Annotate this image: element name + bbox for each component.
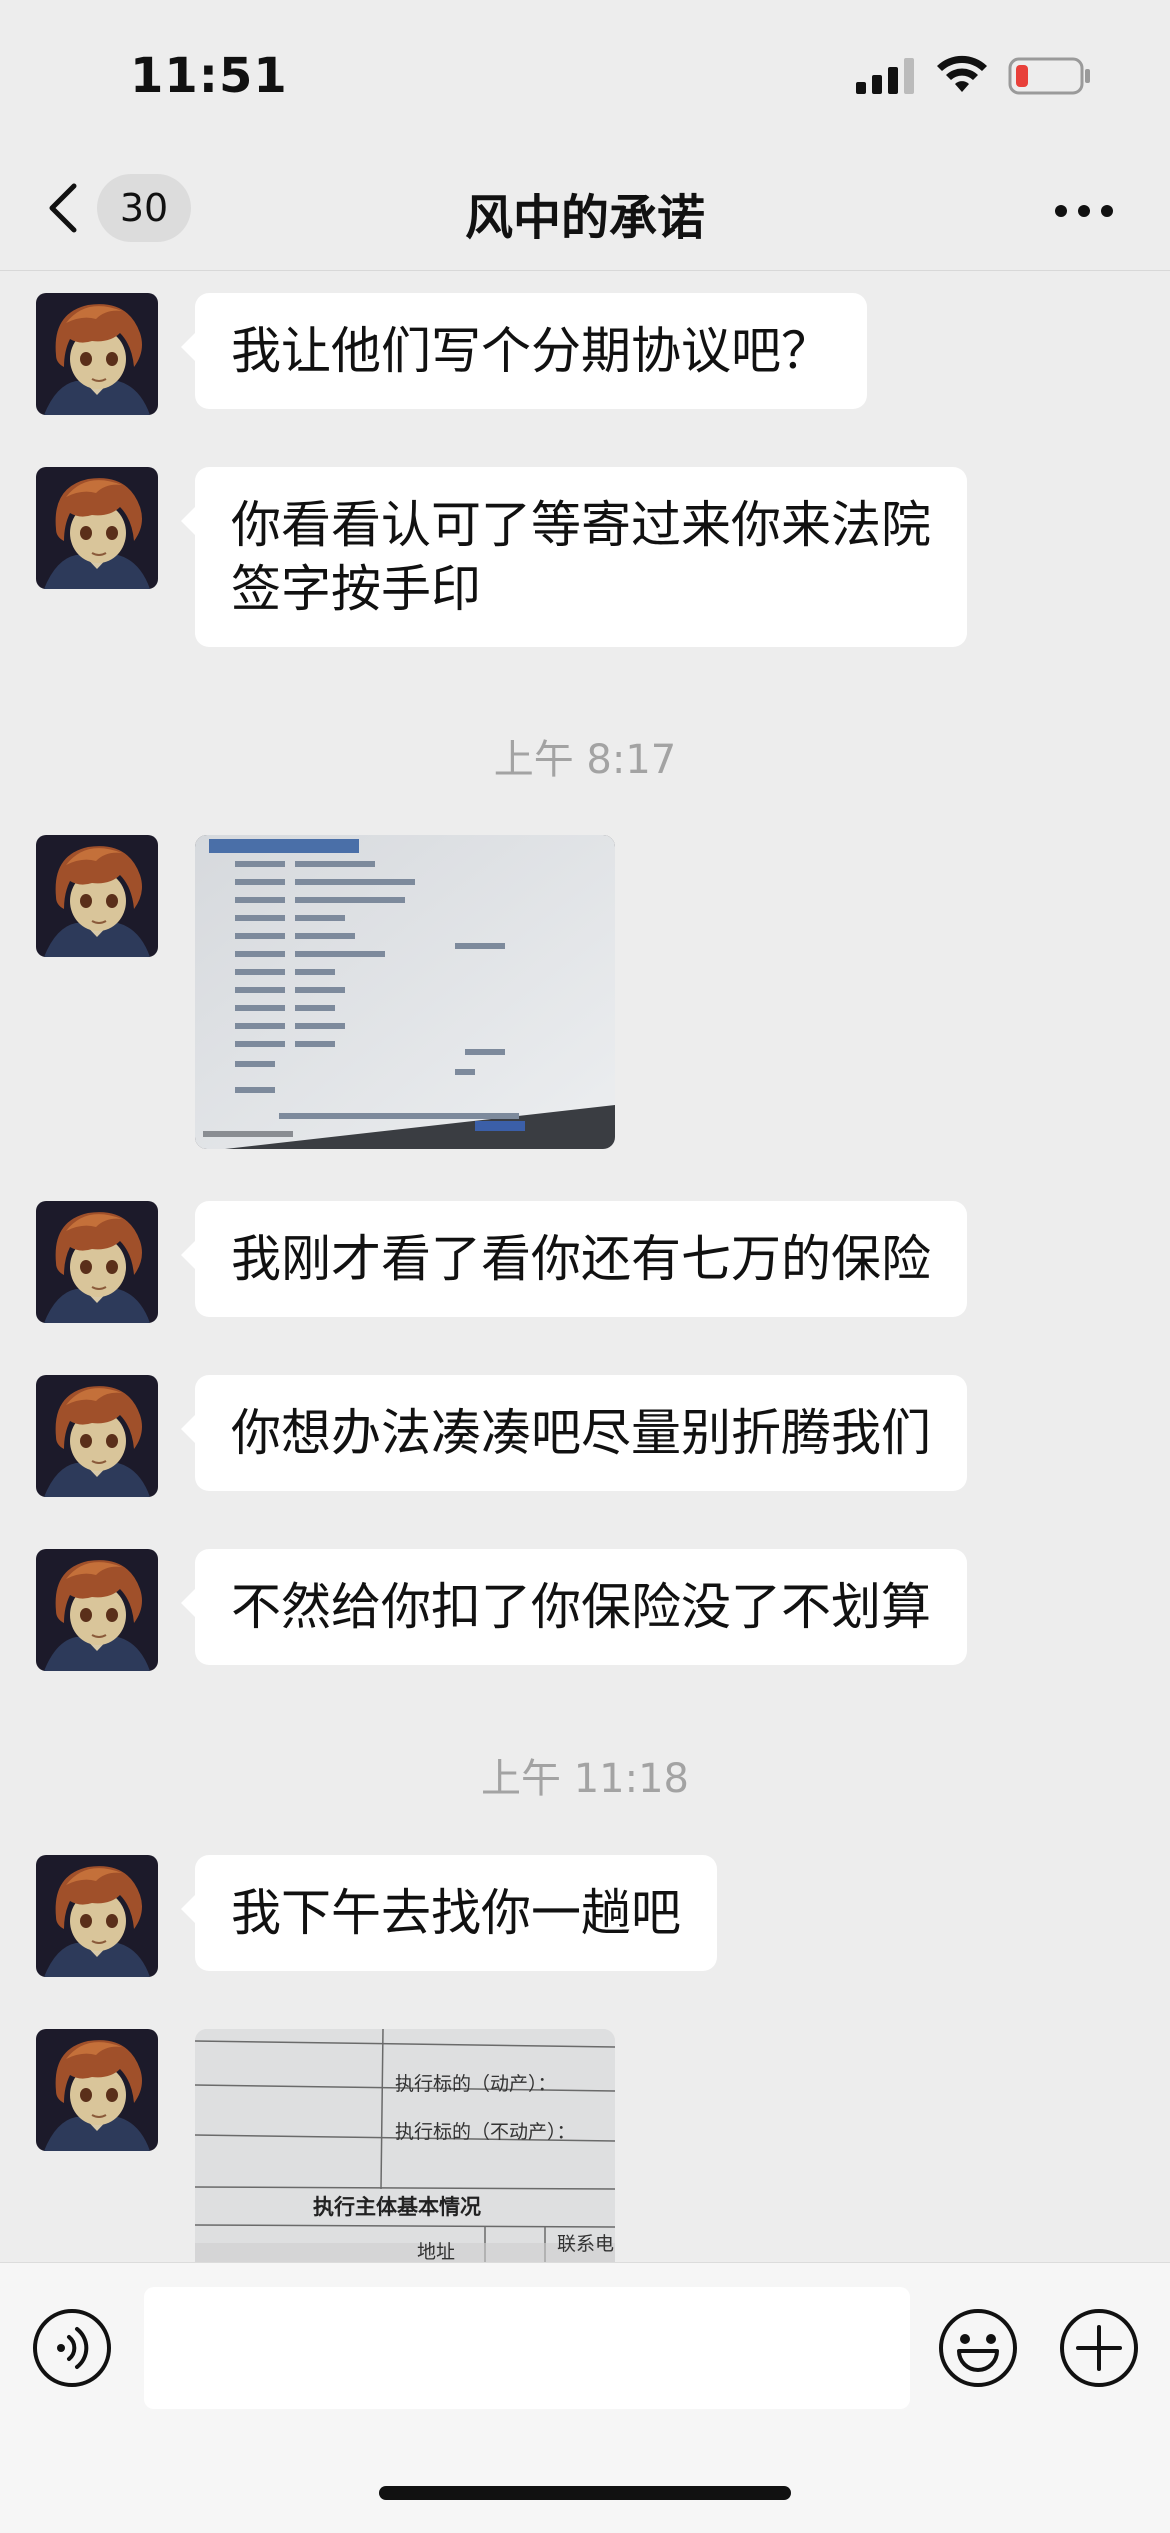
message-bubble[interactable]: 你看看认可了等寄过来你来法院 签字按手印 xyxy=(181,467,967,647)
document-column-address: 地址 xyxy=(417,2241,456,2262)
voice-input-icon[interactable] xyxy=(31,2307,113,2389)
message-bubble[interactable]: 不然给你扣了你保险没了不划算 xyxy=(181,1549,967,1665)
image-message[interactable] xyxy=(195,835,615,1149)
contact-avatar[interactable] xyxy=(36,1855,158,1977)
document-heading: 执行主体基本情况 xyxy=(313,2194,481,2219)
more-options-icon[interactable] xyxy=(1054,204,1114,218)
message-bubble[interactable]: 我刚才看了看你还有七万的保险 xyxy=(181,1201,967,1317)
message-timestamp: 上午 8:17 xyxy=(493,737,677,783)
message-bubble[interactable]: 我让他们写个分期协议吧？ xyxy=(181,293,867,409)
chat-title: 风中的承诺 xyxy=(464,190,705,246)
home-indicator[interactable] xyxy=(379,2486,791,2500)
status-time: 11:51 xyxy=(130,48,288,104)
wifi-icon xyxy=(937,55,987,92)
message-bubble[interactable]: 我下午去找你一趟吧 xyxy=(181,1855,717,1971)
policy-photo xyxy=(195,835,615,1149)
message-input-bar xyxy=(0,2262,1170,2533)
contact-avatar[interactable] xyxy=(36,1549,158,1671)
status-bar: 11:51 xyxy=(0,0,1170,150)
contact-avatar[interactable] xyxy=(36,293,158,415)
contact-avatar[interactable] xyxy=(36,1375,158,1497)
document-column-contact: 联系电 xyxy=(557,2233,615,2255)
contact-avatar[interactable] xyxy=(36,835,158,957)
message-input[interactable] xyxy=(144,2287,910,2409)
message-timestamp: 上午 11:18 xyxy=(481,1756,689,1802)
battery-icon xyxy=(1008,57,1090,95)
message-bubble[interactable]: 你想办法凑凑吧尽量别折腾我们 xyxy=(181,1375,967,1491)
cellular-signal-icon xyxy=(856,58,914,94)
document-photo xyxy=(195,2029,615,2262)
image-message[interactable]: 执行标的（动产）： 执行标的（不动产）： 执行主体基本情况 地址 联系电 xyxy=(195,2029,615,2262)
contact-avatar[interactable] xyxy=(36,2029,158,2151)
chat-header: 30 风中的承诺 xyxy=(0,150,1170,271)
contact-avatar[interactable] xyxy=(36,467,158,589)
message-list[interactable]: 我让他们写个分期协议吧？ 你看看认可了等寄过来你来法院 签字按手印 上午 8:1… xyxy=(0,271,1170,2262)
document-line-immovable: 执行标的（不动产）： xyxy=(395,2121,576,2143)
emoji-icon[interactable] xyxy=(937,2307,1019,2389)
document-line-movable: 执行标的（动产）： xyxy=(395,2073,557,2095)
add-attachment-icon[interactable] xyxy=(1058,2307,1140,2389)
contact-avatar[interactable] xyxy=(36,1201,158,1323)
